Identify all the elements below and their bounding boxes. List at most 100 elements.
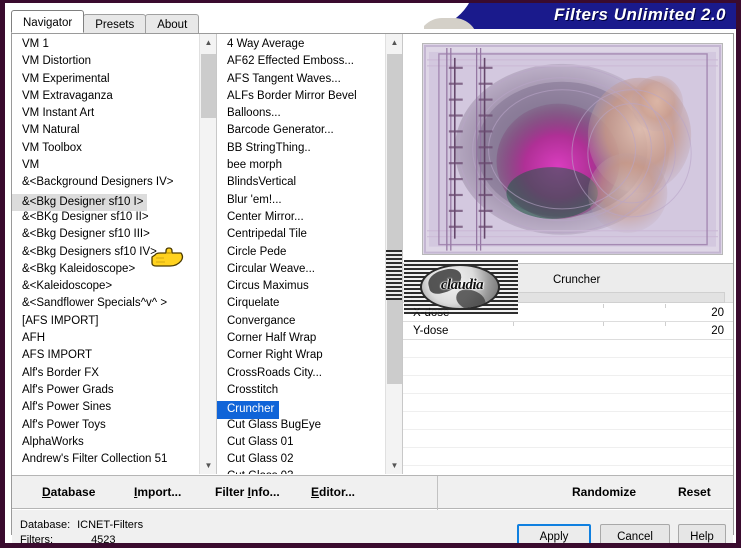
menu-import[interactable]: Import... <box>134 485 181 499</box>
status-info: Database: ICNET-Filters Filters: 4523 <box>20 518 144 543</box>
cancel-button[interactable]: Cancel <box>600 524 670 543</box>
tab-strip: Navigator Presets About <box>11 10 200 33</box>
navigator-item[interactable]: VM Toolbox <box>12 140 199 157</box>
filters-item[interactable]: Corner Half Wrap <box>217 330 385 347</box>
filters-item[interactable]: BB StringThing.. <box>217 140 385 157</box>
filters-item[interactable]: bee morph <box>217 157 385 174</box>
filters-item[interactable]: Cut Glass 03 <box>217 468 385 474</box>
filters-item[interactable]: AF62 Effected Emboss... <box>217 53 385 70</box>
menu-filter-info[interactable]: Filter Info... <box>215 485 280 499</box>
menu-editor[interactable]: Editor... <box>311 485 355 499</box>
navigator-item[interactable]: AFH <box>12 330 199 347</box>
filters-item[interactable]: BlindsVertical <box>217 174 385 191</box>
menu-reset[interactable]: Reset <box>678 485 711 499</box>
navigator-item[interactable]: VM 1 <box>12 36 199 53</box>
filters-scroll-thumb[interactable] <box>387 54 402 384</box>
parameter-rows-list[interactable]: X-dose20Y-dose20 <box>403 304 733 484</box>
navigator-item[interactable]: &<Background Designers IV> <box>12 174 199 191</box>
menu-database[interactable]: Database <box>42 485 95 499</box>
filters-item[interactable]: Blur 'em!... <box>217 192 385 209</box>
parameter-row-empty[interactable] <box>403 412 733 430</box>
navigator-item[interactable]: Andrew's Filter Collection 51 <box>12 451 199 468</box>
navigator-item[interactable]: VM Distortion <box>12 53 199 70</box>
filters-item[interactable]: Circular Weave... <box>217 261 385 278</box>
navigator-item[interactable]: VM <box>12 157 199 174</box>
parameter-row-empty[interactable] <box>403 376 733 394</box>
filters-item[interactable]: ALFs Border Mirror Bevel <box>217 88 385 105</box>
bottom-menu-strip: Database Import... Filter Info... Editor… <box>12 475 733 510</box>
filters-item[interactable]: CrossRoads City... <box>217 365 385 382</box>
filters-item[interactable]: Crosstitch <box>217 382 385 399</box>
filters-item[interactable]: Barcode Generator... <box>217 122 385 139</box>
banner-swoosh-decoration-2 <box>424 18 478 29</box>
navigator-item[interactable]: AlphaWorks <box>12 434 199 451</box>
status-bar: Database: ICNET-Filters Filters: 4523 Ap… <box>12 510 733 543</box>
help-button[interactable]: Help <box>678 524 726 543</box>
client-area: VM 1 VM Distortion VM Experimental VM Extra… <box>11 33 734 543</box>
navigator-item[interactable]: [AFS IMPORT] <box>12 313 199 330</box>
navigator-item[interactable]: VM Natural <box>12 122 199 139</box>
navigator-item[interactable]: Alf's Power Grads <box>12 382 199 399</box>
navigator-item[interactable]: &<Bkg Designers sf10 IV> <box>12 244 199 261</box>
scroll-up-icon[interactable]: ▲ <box>200 34 216 51</box>
navigator-item[interactable]: VM Experimental <box>12 71 199 88</box>
navigator-item[interactable]: Alf's Power Sines <box>12 399 199 416</box>
navigator-item[interactable]: Alf's Power Toys <box>12 417 199 434</box>
filter-preview-image[interactable] <box>422 43 723 255</box>
slider-tick <box>603 304 604 308</box>
parameter-row-empty[interactable] <box>403 394 733 412</box>
filters-item[interactable]: Cut Glass 01 <box>217 434 385 451</box>
parameter-row[interactable]: Y-dose 20 <box>403 322 733 340</box>
filters-item[interactable]: Circle Pede <box>217 244 385 261</box>
parameter-row-empty[interactable] <box>403 358 733 376</box>
navigator-item[interactable]: &<Bkg Kaleidoscope> <box>12 261 199 278</box>
scroll-down-icon[interactable]: ▼ <box>200 457 216 474</box>
navigator-item[interactable]: &<BKg Designer sf10 II> <box>12 209 199 226</box>
app-title: Filters Unlimited 2.0 <box>553 5 726 24</box>
navigator-pane: VM 1 VM Distortion VM Experimental VM Extra… <box>12 34 217 474</box>
filters-item[interactable]: Cut Glass BugEye <box>217 417 385 434</box>
navigator-item[interactable]: &<Sandflower Specials^v^ > <box>12 295 199 312</box>
watermark-text: claudia <box>440 277 484 293</box>
navigator-item[interactable]: Alf's Border FX <box>12 365 199 382</box>
filters-scrollbar[interactable]: ▲ ▼ <box>385 34 402 474</box>
filters-item[interactable]: Corner Right Wrap <box>217 347 385 364</box>
title-banner: Filters Unlimited 2.0 <box>424 3 736 29</box>
filters-item[interactable]: Center Mirror... <box>217 209 385 226</box>
scroll-up-icon[interactable]: ▲ <box>386 34 402 51</box>
filters-unlimited-window: Filters Unlimited 2.0 Navigator Presets … <box>0 0 741 548</box>
filters-item[interactable]: Balloons... <box>217 105 385 122</box>
parameter-row-empty[interactable] <box>403 430 733 448</box>
database-value: ICNET-Filters <box>77 519 144 531</box>
filters-item[interactable]: Centripedal Tile <box>217 226 385 243</box>
menu-randomize[interactable]: Randomize <box>572 485 636 499</box>
parameter-value: 20 <box>711 307 724 319</box>
claudia-watermark: claudia <box>404 260 518 314</box>
scrollbar-watermark-stripes <box>386 250 402 300</box>
parameter-value: 20 <box>711 325 724 337</box>
scroll-down-icon[interactable]: ▼ <box>386 457 402 474</box>
navigator-item[interactable]: AFS IMPORT <box>12 347 199 364</box>
filters-item[interactable]: Circus Maximus <box>217 278 385 295</box>
panes-row: VM 1 VM Distortion VM Experimental VM Extra… <box>12 34 733 484</box>
navigator-list[interactable]: VM 1 VM Distortion VM Experimental VM Extra… <box>12 36 199 474</box>
tab-presets[interactable]: Presets <box>83 14 147 33</box>
parameter-row-empty[interactable] <box>403 448 733 466</box>
filters-list[interactable]: 4 Way Average AF62 Effected Emboss... AFS … <box>217 36 385 474</box>
navigator-item[interactable]: VM Instant Art <box>12 105 199 122</box>
apply-button[interactable]: Apply <box>517 524 591 543</box>
filters-item[interactable]: Cirquelate <box>217 295 385 312</box>
navigator-scrollbar[interactable]: ▲ ▼ <box>199 34 216 474</box>
parameter-row-empty[interactable] <box>403 340 733 358</box>
filters-item[interactable]: 4 Way Average <box>217 36 385 53</box>
navigator-item[interactable]: &<Bkg Designer sf10 III> <box>12 226 199 243</box>
filters-item[interactable]: AFS Tangent Waves... <box>217 71 385 88</box>
navigator-scroll-thumb[interactable] <box>201 54 216 118</box>
menu-separator <box>437 476 438 510</box>
filters-item[interactable]: Cut Glass 02 <box>217 451 385 468</box>
filters-item[interactable]: Convergance <box>217 313 385 330</box>
tab-navigator[interactable]: Navigator <box>11 10 85 33</box>
navigator-item[interactable]: VM Extravaganza <box>12 88 199 105</box>
tab-about[interactable]: About <box>145 14 200 33</box>
navigator-item[interactable]: &<Kaleidoscope> <box>12 278 199 295</box>
